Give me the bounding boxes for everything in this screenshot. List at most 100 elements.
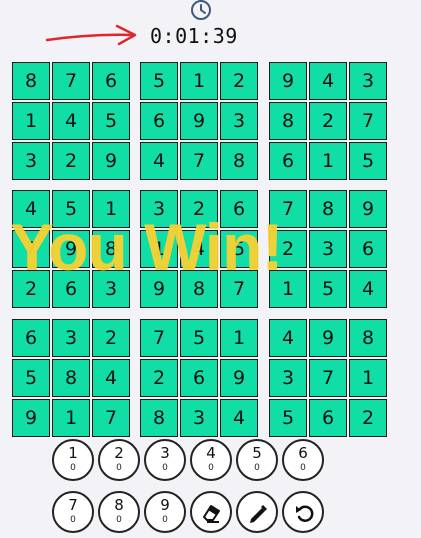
- sudoku-cell[interactable]: 8: [309, 190, 347, 228]
- sudoku-cell[interactable]: 7: [92, 399, 130, 437]
- sudoku-cell[interactable]: 2: [309, 102, 347, 140]
- sudoku-cell[interactable]: 6: [269, 142, 307, 180]
- number-label: 1: [68, 444, 78, 462]
- sudoku-cell[interactable]: 8: [92, 230, 130, 268]
- eraser-button[interactable]: [190, 491, 232, 533]
- sudoku-cell[interactable]: 9: [269, 62, 307, 100]
- sudoku-cell[interactable]: 5: [309, 270, 347, 308]
- sudoku-cell[interactable]: 3: [52, 319, 90, 357]
- sudoku-cell[interactable]: 4: [220, 399, 258, 437]
- sudoku-cell[interactable]: 4: [180, 230, 218, 268]
- sudoku-cell[interactable]: 2: [349, 399, 387, 437]
- sudoku-cell[interactable]: 4: [349, 270, 387, 308]
- eraser-icon: [201, 502, 223, 528]
- sudoku-cell[interactable]: 2: [12, 270, 50, 308]
- sudoku-cell[interactable]: 6: [12, 319, 50, 357]
- sudoku-cell[interactable]: 7: [220, 270, 258, 308]
- sudoku-cell[interactable]: 9: [309, 319, 347, 357]
- sudoku-cell[interactable]: 5: [269, 399, 307, 437]
- sudoku-cell[interactable]: 6: [180, 359, 218, 397]
- remaining-count: 0: [70, 515, 76, 525]
- sudoku-cell[interactable]: 3: [349, 62, 387, 100]
- sudoku-cell[interactable]: 7: [349, 102, 387, 140]
- sudoku-cell[interactable]: 9: [180, 102, 218, 140]
- sudoku-cell[interactable]: 8: [220, 142, 258, 180]
- sudoku-cell[interactable]: 4: [52, 102, 90, 140]
- number-button-1[interactable]: 10: [52, 439, 94, 481]
- sudoku-cell[interactable]: 2: [92, 319, 130, 357]
- sudoku-cell[interactable]: 8: [52, 359, 90, 397]
- undo-button[interactable]: [282, 491, 324, 533]
- number-button-8[interactable]: 80: [98, 491, 140, 533]
- sudoku-cell[interactable]: 5: [140, 62, 178, 100]
- sudoku-cell[interactable]: 9: [140, 270, 178, 308]
- number-label: 8: [114, 496, 124, 514]
- sudoku-cell[interactable]: 9: [92, 142, 130, 180]
- undo-icon: [293, 502, 315, 528]
- sudoku-cell[interactable]: 1: [180, 62, 218, 100]
- sudoku-cell[interactable]: 5: [349, 142, 387, 180]
- sudoku-cell[interactable]: 1: [220, 319, 258, 357]
- sudoku-cell[interactable]: 1: [349, 359, 387, 397]
- sudoku-board: 8761453295126934789438276154517982633261…: [12, 62, 390, 440]
- sudoku-cell[interactable]: 8: [180, 270, 218, 308]
- sudoku-cell[interactable]: 7: [12, 230, 50, 268]
- sudoku-cell[interactable]: 2: [220, 62, 258, 100]
- sudoku-cell[interactable]: 4: [309, 62, 347, 100]
- sudoku-cell[interactable]: 7: [52, 62, 90, 100]
- number-button-9[interactable]: 90: [144, 491, 186, 533]
- number-button-2[interactable]: 20: [98, 439, 140, 481]
- sudoku-cell[interactable]: 1: [269, 270, 307, 308]
- number-button-6[interactable]: 60: [282, 439, 324, 481]
- sudoku-cell[interactable]: 4: [12, 190, 50, 228]
- sudoku-cell[interactable]: 8: [349, 319, 387, 357]
- sudoku-cell[interactable]: 5: [92, 102, 130, 140]
- sudoku-cell[interactable]: 8: [12, 62, 50, 100]
- number-button-7[interactable]: 70: [52, 491, 94, 533]
- sudoku-cell[interactable]: 9: [52, 230, 90, 268]
- sudoku-cell[interactable]: 3: [180, 399, 218, 437]
- sudoku-cell[interactable]: 5: [52, 190, 90, 228]
- sudoku-cell[interactable]: 8: [140, 399, 178, 437]
- sudoku-cell[interactable]: 1: [12, 102, 50, 140]
- sudoku-cell[interactable]: 1: [52, 399, 90, 437]
- sudoku-cell[interactable]: 1: [309, 142, 347, 180]
- sudoku-cell[interactable]: 2: [269, 230, 307, 268]
- sudoku-cell[interactable]: 9: [220, 359, 258, 397]
- sudoku-cell[interactable]: 8: [269, 102, 307, 140]
- sudoku-cell[interactable]: 6: [92, 62, 130, 100]
- sudoku-cell[interactable]: 7: [309, 359, 347, 397]
- sudoku-cell[interactable]: 7: [180, 142, 218, 180]
- timer-display: 0:01:39: [150, 24, 238, 48]
- sudoku-cell[interactable]: 2: [52, 142, 90, 180]
- sudoku-cell[interactable]: 9: [12, 399, 50, 437]
- sudoku-cell[interactable]: 6: [140, 102, 178, 140]
- sudoku-cell[interactable]: 1: [140, 230, 178, 268]
- sudoku-cell[interactable]: 3: [12, 142, 50, 180]
- sudoku-cell[interactable]: 5: [180, 319, 218, 357]
- sudoku-cell[interactable]: 1: [92, 190, 130, 228]
- sudoku-cell[interactable]: 4: [269, 319, 307, 357]
- sudoku-cell[interactable]: 5: [220, 230, 258, 268]
- sudoku-cell[interactable]: 5: [12, 359, 50, 397]
- sudoku-cell[interactable]: 7: [269, 190, 307, 228]
- pencil-button[interactable]: [236, 491, 278, 533]
- sudoku-cell[interactable]: 6: [52, 270, 90, 308]
- sudoku-cell[interactable]: 3: [140, 190, 178, 228]
- sudoku-cell[interactable]: 3: [269, 359, 307, 397]
- number-button-3[interactable]: 30: [144, 439, 186, 481]
- sudoku-cell[interactable]: 2: [140, 359, 178, 397]
- sudoku-cell[interactable]: 3: [309, 230, 347, 268]
- sudoku-cell[interactable]: 9: [349, 190, 387, 228]
- sudoku-cell[interactable]: 2: [180, 190, 218, 228]
- sudoku-cell[interactable]: 6: [309, 399, 347, 437]
- sudoku-cell[interactable]: 4: [92, 359, 130, 397]
- number-button-5[interactable]: 50: [236, 439, 278, 481]
- sudoku-cell[interactable]: 6: [349, 230, 387, 268]
- sudoku-cell[interactable]: 7: [140, 319, 178, 357]
- sudoku-cell[interactable]: 3: [92, 270, 130, 308]
- sudoku-cell[interactable]: 4: [140, 142, 178, 180]
- sudoku-cell[interactable]: 3: [220, 102, 258, 140]
- number-button-4[interactable]: 40: [190, 439, 232, 481]
- sudoku-cell[interactable]: 6: [220, 190, 258, 228]
